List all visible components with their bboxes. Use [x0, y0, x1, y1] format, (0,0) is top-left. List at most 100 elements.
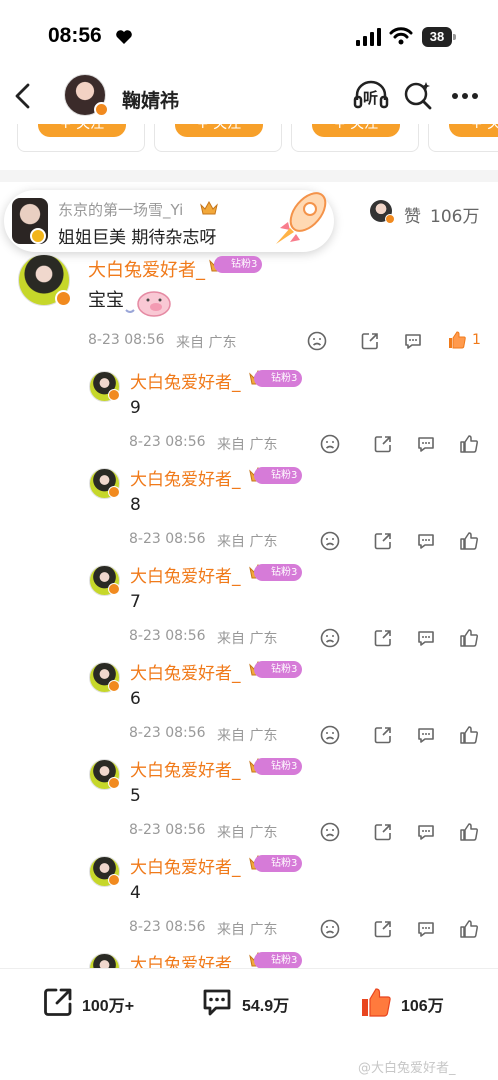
fan-level-badge: 钻粉3 — [214, 256, 263, 273]
verified-badge-icon — [94, 102, 109, 117]
reply-author[interactable]: 大白兔爱好者_ — [130, 659, 241, 684]
comment-icon[interactable] — [416, 919, 436, 939]
follow-button[interactable]: + 关注 — [175, 124, 263, 137]
reply-item: 大白兔爱好者_ 钻粉3 6 8-23 08:56 来自 广东 — [0, 655, 498, 752]
reply-author[interactable]: 大白兔爱好者_ — [130, 562, 241, 587]
dislike-face-icon[interactable] — [320, 434, 340, 454]
listen-label: 听 — [363, 89, 379, 107]
battery-tip — [453, 34, 456, 40]
like-count[interactable]: 106万 — [401, 992, 444, 1016]
reply-author[interactable]: 大白兔爱好者_ — [130, 756, 241, 781]
thumbs-up-icon[interactable] — [459, 434, 479, 454]
thumbs-up-icon[interactable] — [459, 628, 479, 648]
reply-location: 来自 广东 — [217, 922, 278, 938]
comment-count[interactable]: 54.9万 — [242, 992, 289, 1016]
comment-icon[interactable] — [416, 434, 436, 454]
reply-date: 8-23 08:56 — [129, 919, 206, 935]
follow-button[interactable]: + 关注 — [38, 124, 126, 137]
reply-author[interactable]: 大白兔爱好者_ — [130, 368, 241, 393]
share-icon[interactable] — [373, 919, 393, 939]
fan-level-badge: 钻粉3 — [254, 855, 303, 872]
reply-item: 大白兔爱好者_ 钻粉3 7 8-23 08:56 来自 广东 — [0, 558, 498, 655]
reply-location: 来自 广东 — [217, 631, 278, 647]
comment-content: 宝宝 — [88, 290, 124, 311]
pig-sticker-icon — [125, 291, 171, 317]
follow-card[interactable]: + 关注 — [291, 124, 419, 152]
back-arrow-icon[interactable] — [12, 82, 36, 110]
follow-button[interactable]: + 关注 — [312, 124, 400, 137]
headphones-listen-icon[interactable]: 听 — [353, 80, 389, 110]
comment-icon[interactable] — [403, 331, 423, 351]
reply-date: 8-23 08:56 — [129, 434, 206, 450]
comment-author[interactable]: 大白兔爱好者_ — [88, 256, 205, 282]
reply-location: 来自 广东 — [217, 534, 278, 550]
crown-icon — [200, 200, 218, 215]
verified-badge-icon — [108, 389, 120, 401]
share-icon[interactable] — [373, 822, 393, 842]
reply-item: 大白兔爱好者_ 钻粉3 9 8-23 08:56 来自 广东 — [0, 364, 498, 461]
repost-icon[interactable] — [42, 986, 74, 1018]
comment-icon[interactable] — [416, 531, 436, 551]
reply-item: 大白兔爱好者_ 钻粉3 4 8-23 08:56 来自 广东 — [0, 849, 498, 946]
verified-badge-icon — [108, 583, 120, 595]
verified-badge-icon — [108, 874, 120, 886]
comment-bubble-icon[interactable] — [201, 986, 233, 1018]
comment-location: 来自 广东 — [176, 335, 237, 351]
follow-card[interactable]: + 关注 — [428, 124, 498, 152]
dislike-face-icon[interactable] — [307, 331, 327, 351]
reply-content: 9 — [130, 398, 141, 418]
watermark: @大白兔爱好者_ — [358, 1061, 456, 1076]
dislike-face-icon[interactable] — [320, 919, 340, 939]
fan-level-badge: 钻粉3 — [254, 758, 303, 775]
sparkle-search-icon[interactable] — [403, 80, 433, 110]
follow-card[interactable]: + 关注 — [154, 124, 282, 152]
reply-content: 5 — [130, 786, 141, 806]
reply-location: 来自 广东 — [217, 825, 278, 841]
share-icon[interactable] — [373, 725, 393, 745]
comment-icon[interactable] — [416, 628, 436, 648]
reply-content: 7 — [130, 592, 141, 612]
dislike-face-icon[interactable] — [320, 822, 340, 842]
repost-count[interactable]: 100万+ — [82, 992, 134, 1016]
fan-level-badge: 钻粉3 — [254, 370, 303, 387]
page-title[interactable]: 鞠婧祎 — [122, 86, 179, 113]
comment-toast[interactable]: 东京的第一场雪_Yi 姐姐巨美 期待杂志呀 — [4, 190, 334, 252]
follow-card[interactable]: + 关注 — [17, 124, 145, 152]
share-icon[interactable] — [373, 628, 393, 648]
reply-item: 大白兔爱好者_ 钻粉3 5 8-23 08:56 来自 广东 — [0, 752, 498, 849]
reply-date: 8-23 08:56 — [129, 531, 206, 547]
reply-author[interactable]: 大白兔爱好者_ — [130, 853, 241, 878]
verified-badge-icon — [30, 228, 46, 244]
dislike-face-icon[interactable] — [320, 628, 340, 648]
dislike-face-icon[interactable] — [320, 531, 340, 551]
share-icon[interactable] — [360, 331, 380, 351]
dislike-face-icon[interactable] — [320, 725, 340, 745]
share-icon[interactable] — [373, 434, 393, 454]
main-comment: 大白兔爱好者_ 钻粉3 宝宝 8-23 08:56 来自 广东 1 — [0, 250, 498, 360]
reply-item: 大白兔爱好者_ 钻粉3 8 8-23 08:56 来自 广东 — [0, 461, 498, 558]
reply-author[interactable]: 大白兔爱好者_ — [130, 465, 241, 490]
thumbs-up-icon[interactable] — [459, 531, 479, 551]
reply-location: 来自 广东 — [217, 437, 278, 453]
status-time: 08:56 — [48, 24, 102, 47]
thumbs-up-icon[interactable] — [459, 822, 479, 842]
more-options-icon[interactable] — [451, 92, 479, 100]
like-label: 赞 — [404, 207, 421, 227]
follow-button[interactable]: + 关注 — [449, 124, 498, 137]
thumbs-up-filled-icon[interactable] — [360, 986, 392, 1018]
share-icon[interactable] — [373, 531, 393, 551]
comment-icon[interactable] — [416, 725, 436, 745]
signal-icon — [356, 28, 381, 46]
comment-like-count: 1 — [472, 332, 481, 348]
like-count[interactable]: 106万 — [430, 202, 479, 227]
section-divider — [0, 170, 498, 182]
fan-level-badge: 钻粉3 — [254, 564, 303, 581]
thumbs-up-icon[interactable] — [459, 919, 479, 939]
thumbs-up-liked-icon[interactable] — [447, 330, 467, 350]
verified-badge-icon — [385, 214, 395, 224]
rocket-icon — [276, 192, 327, 244]
reply-content: 4 — [130, 883, 141, 903]
verified-badge-icon — [108, 486, 120, 498]
thumbs-up-icon[interactable] — [459, 725, 479, 745]
comment-icon[interactable] — [416, 822, 436, 842]
